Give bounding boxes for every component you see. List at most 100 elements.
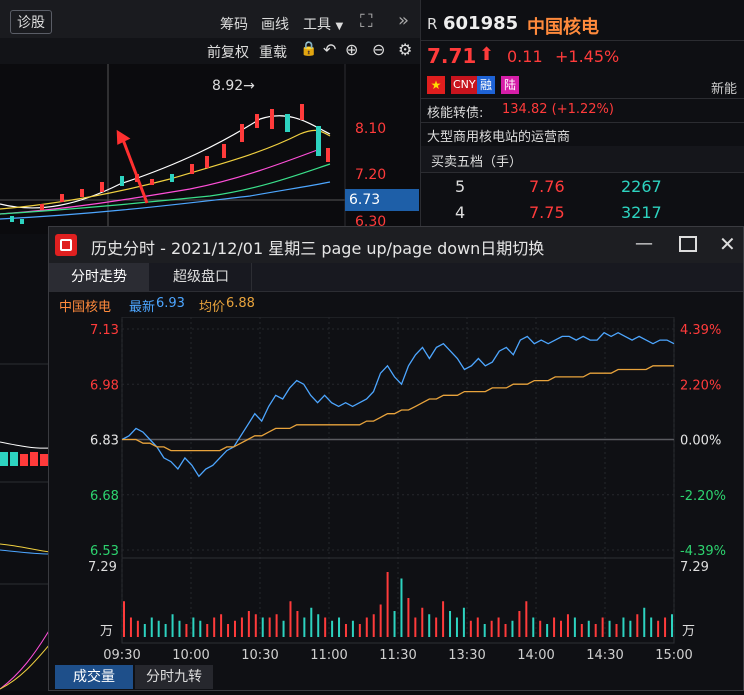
chips-button[interactable]: 筹码 (220, 14, 248, 34)
volume-bar (657, 620, 660, 637)
volume-bar (227, 624, 230, 637)
stock-code: 601985 (443, 13, 519, 34)
volume-bar (185, 624, 188, 637)
volume-bar (331, 620, 334, 637)
y-tick-left: 6.68 (90, 489, 119, 504)
price-change: 0.11 (507, 47, 543, 66)
maximize-icon[interactable] (679, 236, 697, 252)
volume-unit-label: 万 (682, 624, 695, 639)
volume-bar (504, 624, 507, 637)
volume-bar (608, 620, 611, 637)
stock-name-label: 中国核电 (59, 300, 112, 315)
tools-menu-button[interactable]: 工具 ▼ (303, 14, 343, 34)
volume-bar (365, 617, 368, 637)
volume-bar (213, 617, 216, 637)
volume-bar (435, 617, 438, 637)
volume-bar (442, 601, 445, 637)
prev-adjust-button[interactable]: 前复权 (207, 42, 249, 62)
volume-bar (275, 614, 278, 637)
x-tick-label: 11:30 (379, 648, 416, 663)
margin-badge[interactable]: 融 (477, 76, 495, 94)
chart-toolbar: 前复权 重载 🔒 ↶ ⊕ ⊖ ⚙ (0, 38, 420, 64)
intraday-chart[interactable]: 7.13 4.39% 6.98 2.20% 6.83 0.00% 6.68 -2.20% 6.5… (49, 316, 743, 692)
connect-badge[interactable]: 陆 (501, 76, 519, 94)
volume-bar (587, 620, 590, 637)
volume-bar (671, 614, 673, 637)
reload-button[interactable]: 重载 (259, 42, 287, 62)
volume-bar (192, 617, 195, 637)
volume-bar (525, 601, 528, 637)
tab-super-orderbook[interactable]: 超级盘口 (151, 263, 252, 291)
volume-bar (136, 620, 139, 637)
volume-bar (400, 578, 403, 637)
volume-bar (282, 620, 285, 637)
volume-bar (469, 620, 472, 637)
volume-bar (580, 624, 583, 637)
volume-bar (220, 614, 223, 637)
undo-icon[interactable]: ↶ (323, 40, 336, 59)
volume-bar (664, 617, 667, 637)
y-tick-left: 6.98 (90, 378, 119, 393)
volume-max-label: 7.29 (680, 560, 709, 575)
diagnose-button[interactable]: 诊股 (10, 10, 52, 34)
tab-intraday[interactable]: 分时走势 (49, 263, 149, 291)
volume-bar (650, 617, 653, 637)
lock-icon[interactable]: 🔒 (300, 41, 317, 57)
volume-bar (303, 617, 306, 637)
volume-bar (261, 617, 264, 637)
order-book-row[interactable]: 5 7.76 2267 (421, 172, 744, 198)
bond-label: 核能转债: (427, 106, 484, 121)
current-price-tag: 6.73 (345, 189, 419, 211)
more-icon[interactable]: » (398, 10, 409, 31)
window-titlebar[interactable]: 历史分时 - 2021/12/01 星期三 page up/page down日… (49, 227, 743, 263)
quote-header: R 601985 中国核电 (421, 0, 744, 41)
tab-nine-turn[interactable]: 分时九转 (135, 665, 213, 689)
volume-bar (324, 617, 327, 637)
volume-bar (178, 620, 181, 637)
volume-bar (497, 617, 500, 637)
volume-bar (123, 601, 125, 637)
app-logo-icon (55, 234, 77, 256)
volume-bar (428, 614, 431, 637)
draw-line-button[interactable]: 画线 (261, 14, 289, 34)
close-icon[interactable]: ✕ (719, 232, 736, 256)
volume-bar (358, 624, 361, 637)
tab-volume[interactable]: 成交量 (55, 665, 133, 689)
china-flag-icon: ★ (427, 76, 445, 94)
volume-bar (372, 614, 375, 637)
volume-bar (414, 617, 417, 637)
y-tick-right: 2.20% (680, 378, 721, 393)
volume-bar (338, 617, 341, 637)
x-tick-label: 14:00 (517, 648, 554, 663)
description-row: 大型商用核电站的运营商 (421, 122, 744, 147)
zoom-in-icon[interactable]: ⊕ (345, 40, 358, 59)
order-book-row[interactable]: 4 7.75 3217 (421, 198, 744, 224)
x-tick-label: 10:30 (241, 648, 278, 663)
volume-bar (164, 624, 167, 637)
badge-row: ★ CNY 融 陆 新能 (421, 72, 744, 99)
zoom-out-icon[interactable]: ⊖ (372, 40, 385, 59)
bond-row[interactable]: 核能转债: 134.82 (+1.22%) (421, 98, 744, 123)
volume-unit-label: 万 (100, 624, 113, 639)
volume-bar (171, 614, 174, 637)
y-tick-left: 6.53 (90, 544, 119, 559)
volume-bar (573, 617, 576, 637)
volume-bar (615, 624, 618, 637)
high-price-marker: 8.92→ (212, 78, 255, 94)
volume-max-label: 7.29 (88, 560, 117, 575)
cny-badge[interactable]: CNY (451, 76, 478, 94)
new-energy-label[interactable]: 新能 (711, 78, 737, 97)
kline-chart[interactable]: 8.92→ 8.10 7.20 6.30 6.73 (0, 64, 420, 234)
minimize-icon[interactable]: — (635, 233, 653, 254)
x-tick-label: 13:30 (448, 648, 485, 663)
volume-bar (254, 614, 257, 637)
series-line-最新 (121, 331, 675, 478)
avg-label: 均价 (199, 300, 226, 315)
volume-bar (546, 624, 549, 637)
fullscreen-icon[interactable]: ⛶ (360, 11, 373, 32)
volume-bar (268, 617, 271, 637)
volume-bar (407, 598, 410, 637)
settings-gear-icon[interactable]: ⚙ (398, 40, 412, 59)
volume-bar (240, 617, 243, 637)
x-tick-label: 09:30 (103, 648, 140, 663)
